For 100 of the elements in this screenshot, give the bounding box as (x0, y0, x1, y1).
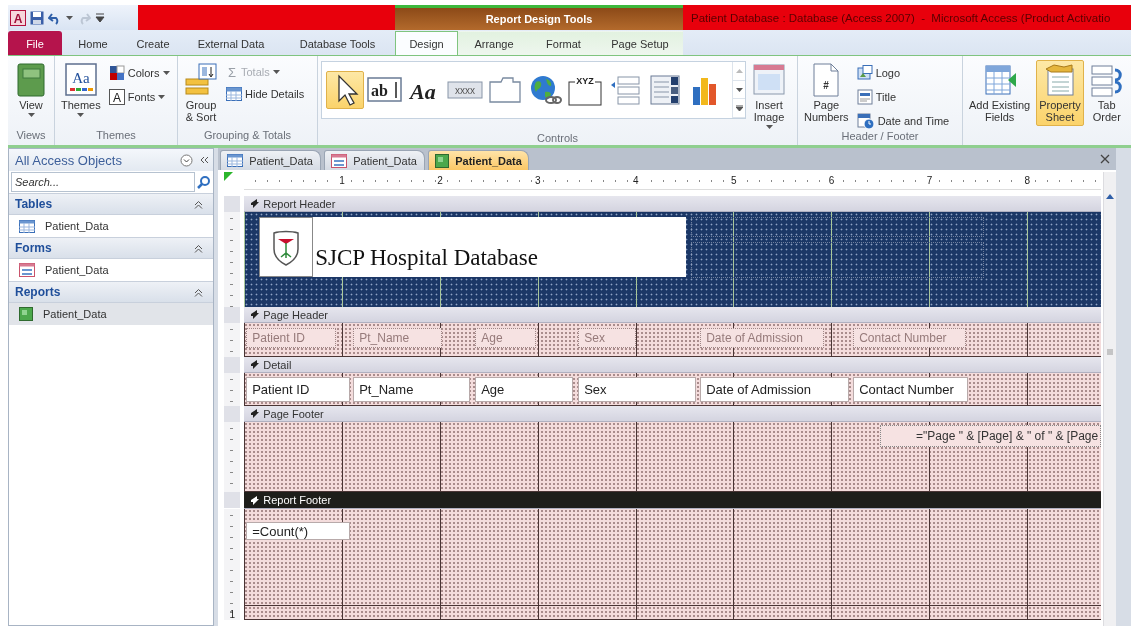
title-icon (856, 89, 873, 105)
section-bar[interactable]: Detail (244, 357, 1102, 373)
calendar-clock-icon (856, 113, 875, 129)
ribbon-tab[interactable]: Home (62, 31, 124, 55)
vertical-ruler (224, 422, 241, 492)
list-box-icon (649, 74, 681, 106)
field-label: Sex (578, 328, 637, 348)
ruler-number: 5 (729, 175, 738, 186)
save-icon (30, 10, 44, 25)
grip-icon (1107, 349, 1114, 355)
group-label: Themes (95, 129, 137, 143)
section-bar[interactable]: Page Header (244, 307, 1102, 323)
tab-order-icon (1089, 63, 1124, 97)
ribbon-button[interactable]: Logo (854, 64, 952, 82)
list-lines-icon (609, 75, 641, 105)
more-icon (735, 105, 743, 112)
ruler-number: 8 (1023, 175, 1032, 186)
document-tab[interactable]: Patient_Data (428, 150, 530, 170)
field-label: Contact Number (853, 328, 967, 348)
ribbon-tab[interactable]: Format (530, 31, 597, 55)
ribbon-button[interactable]: A Fonts (106, 88, 172, 106)
ribbon-tab[interactable]: Arrange (458, 31, 530, 55)
tab-control-icon (488, 76, 522, 104)
section-selector[interactable] (224, 196, 241, 212)
table-icon (19, 219, 35, 233)
section-handle-icon (250, 199, 260, 208)
ribbon-button[interactable]: Date and Time (854, 112, 952, 130)
group-header[interactable]: Forms (15, 241, 52, 255)
caret-icon (66, 15, 73, 20)
gallery-item[interactable]: xxxx (446, 71, 484, 109)
ribbon-button[interactable]: # Page Numbers (801, 60, 852, 126)
group-header[interactable]: Reports (15, 285, 61, 299)
ribbon-button[interactable]: Add Existing Fields (966, 60, 1034, 126)
close-icon (1100, 154, 1111, 164)
table-icon (227, 154, 244, 167)
text-box[interactable]: =Count(*) (246, 522, 351, 540)
ribbon-button[interactable]: Hide Details (224, 86, 307, 102)
group-label: Controls (536, 132, 579, 144)
section-selector[interactable] (224, 357, 241, 373)
report-icon (19, 307, 33, 321)
globe-link-icon (528, 74, 562, 106)
scrollbar[interactable] (1103, 172, 1117, 626)
section-handle-icon (250, 360, 260, 369)
ribbon-button[interactable]: Group & Sort (181, 60, 221, 126)
search-icon (197, 175, 212, 189)
section-selector[interactable] (224, 406, 241, 422)
field-label: Age (475, 328, 537, 348)
context-tab-title: Report Design Tools (395, 5, 683, 30)
ribbon-tab[interactable]: Design (395, 31, 458, 55)
nav-item[interactable]: Patient_Data (9, 303, 214, 325)
table-icon (226, 87, 242, 101)
theme-icon: Aa (63, 63, 98, 97)
file-tab[interactable]: File (8, 31, 62, 55)
text-box[interactable]: ="Page " & [Page] & " of " & [Page (880, 425, 1102, 447)
sum-icon: Σ (226, 65, 238, 79)
section-selector[interactable] (224, 307, 241, 323)
window-title: Patient Database : Database (Access 2007) - Microsoft Access (Product Activatio (683, 5, 1131, 30)
group-label: Views (15, 129, 47, 143)
ribbon-button[interactable]: Property Sheet (1036, 60, 1084, 126)
text-box[interactable]: Date of Admission (700, 377, 850, 402)
ribbon-button[interactable]: Colors (106, 64, 172, 82)
nav-item[interactable]: Patient_Data (9, 259, 214, 281)
ribbon-button[interactable]: Insert Image (749, 60, 789, 132)
ribbon-button[interactable]: View (11, 60, 51, 126)
section-handle-icon (250, 495, 260, 505)
text-box[interactable]: Age (475, 377, 574, 402)
search-field[interactable]: Search... (11, 172, 196, 192)
ribbon-button[interactable]: Title (854, 88, 952, 106)
report-icon (435, 153, 450, 168)
text-box[interactable]: Contact Number (853, 377, 969, 402)
dropdown-icon (180, 153, 194, 167)
notebook-icon (14, 63, 48, 97)
field-label: Pt_Name (353, 328, 443, 348)
ribbon-button[interactable]: Aa Themes (58, 60, 104, 126)
text-box[interactable]: Sex (578, 377, 697, 402)
section-handle-icon (250, 310, 260, 319)
scroll-up-icon (735, 68, 743, 73)
text-box[interactable]: Pt_Name (353, 377, 471, 402)
customize-icon (95, 10, 105, 25)
button-icon: xxxx (447, 81, 483, 99)
section-bar[interactable]: Report Footer (244, 492, 1102, 509)
ribbon-button[interactable]: Tab Order (1086, 60, 1127, 126)
ribbon-tab[interactable]: External Data (182, 31, 280, 55)
document-tab[interactable]: Patient_Data (324, 150, 426, 170)
nav-item[interactable]: Patient_Data (9, 215, 214, 237)
field-label: Patient ID (246, 328, 337, 348)
group-header[interactable]: Tables (15, 197, 53, 211)
text-box[interactable]: Patient ID (246, 377, 351, 402)
document-tab[interactable]: Patient_Data (220, 150, 322, 170)
ribbon-tab[interactable]: Page Setup (597, 31, 683, 55)
section-selector[interactable] (224, 492, 241, 508)
section-bar[interactable]: Report Header (244, 196, 1102, 212)
report-title: SJCP Hospital Database (313, 217, 687, 277)
ruler-number: 1 (229, 609, 235, 620)
form-icon (331, 153, 348, 168)
section-bar[interactable]: Page Footer (244, 406, 1102, 422)
ribbon-tab[interactable]: Database Tools (280, 31, 395, 55)
scroll-down-icon (735, 87, 743, 92)
gallery-item[interactable] (326, 71, 364, 109)
ribbon-tab[interactable]: Create (124, 31, 182, 55)
